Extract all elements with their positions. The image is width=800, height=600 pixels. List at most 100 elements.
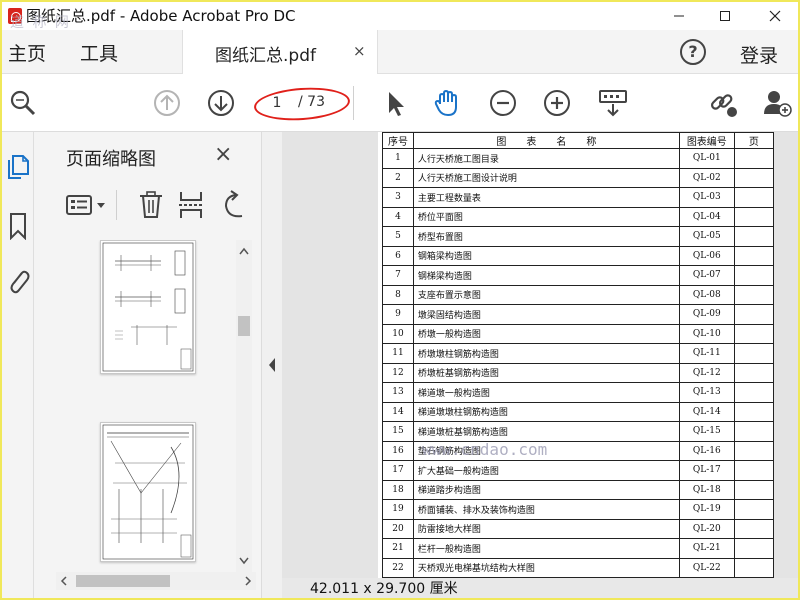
minimize-icon <box>674 15 684 17</box>
title-bar: 图纸汇总.pdf - Adobe Acrobat Pro DC 道 称 网 <box>2 2 798 31</box>
document-tab-label: 图纸汇总.pdf <box>215 46 316 66</box>
cell-no: 21 <box>382 538 414 559</box>
cell-code: QL-07 <box>678 265 735 286</box>
login-button[interactable]: 登录 <box>740 41 778 68</box>
cell-name: 桥墩一般构造图 <box>412 323 680 344</box>
cell-page <box>733 187 774 208</box>
cell-name: 梯道墩一般构造图 <box>412 382 680 403</box>
cell-no: 13 <box>382 382 414 403</box>
minimize-button[interactable] <box>656 2 702 30</box>
options-icon[interactable] <box>66 192 110 218</box>
watermark-top-left: 道 称 网 <box>10 15 71 31</box>
table-row: 14 梯道墩墩柱钢筋构造图 QL-14 <box>382 401 774 422</box>
cell-page <box>733 460 774 481</box>
page-thumbnail[interactable] <box>100 422 196 562</box>
highlight-annotation-oval <box>253 84 351 124</box>
table-row: 8 支座布置示意图 QL-08 <box>382 284 774 305</box>
cell-code: QL-09 <box>678 304 735 325</box>
cell-code: QL-08 <box>678 284 735 305</box>
cell-no: 2 <box>382 167 414 188</box>
page-thumbnail[interactable] <box>100 240 196 374</box>
page-size-readout: 42.011 x 29.700 厘米 <box>310 581 458 597</box>
hand-tool-icon[interactable] <box>432 88 462 118</box>
zoom-in-icon[interactable] <box>542 88 572 118</box>
cell-no: 1 <box>382 148 414 169</box>
cell-name: 扩大基础一般构造图 <box>412 460 680 481</box>
zoom-search-icon[interactable] <box>8 88 38 118</box>
cell-page <box>733 284 774 305</box>
cell-page <box>733 440 774 461</box>
add-user-icon[interactable] <box>762 88 792 118</box>
cell-code: QL-04 <box>678 206 735 227</box>
cell-name: 梯道踏步构造图 <box>412 479 680 500</box>
cell-page <box>733 382 774 403</box>
table-row: 6 钢箱梁构造图 QL-06 <box>382 245 774 266</box>
help-icon[interactable]: ? <box>680 39 706 65</box>
cell-page <box>733 265 774 286</box>
cell-page <box>733 343 774 364</box>
cell-page <box>733 362 774 383</box>
document-tab[interactable]: 图纸汇总.pdf × <box>182 30 378 74</box>
close-icon <box>769 10 781 22</box>
cell-name: 桥型布置图 <box>412 226 680 247</box>
close-window-button[interactable] <box>752 2 798 30</box>
cell-no: 4 <box>382 206 414 227</box>
cell-name: 栏杆一般构造图 <box>412 538 680 559</box>
cell-no: 18 <box>382 479 414 500</box>
panel-close-button[interactable]: × <box>214 142 232 167</box>
page-down-icon[interactable] <box>206 88 236 118</box>
cell-page <box>733 479 774 500</box>
acrobat-window: 图纸汇总.pdf - Adobe Acrobat Pro DC 道 称 网 主页… <box>2 2 798 598</box>
cell-no: 10 <box>382 323 414 344</box>
zoom-out-icon[interactable] <box>488 88 518 118</box>
table-row: 20 防雷接地大样图 QL-20 <box>382 518 774 539</box>
cell-no: 22 <box>382 557 414 578</box>
table-row: 22 天桥观光电梯基坑结构大样图 QL-22 <box>382 557 774 578</box>
table-row: 12 桥墩桩基钢筋构造图 QL-12 <box>382 362 774 383</box>
cell-name: 墩梁固结构造图 <box>412 304 680 325</box>
panel-toolbar <box>60 186 250 226</box>
cell-code: QL-10 <box>678 323 735 344</box>
cell-name: 主要工程数量表 <box>412 187 680 208</box>
thumbnail-scrollbar[interactable] <box>236 240 252 574</box>
extract-icon[interactable] <box>178 190 204 220</box>
cell-no: 19 <box>382 499 414 520</box>
page-thumbnails-icon[interactable] <box>5 154 31 182</box>
cell-page <box>733 421 774 442</box>
watermark-bottom-right: www.cndao.com <box>422 440 548 459</box>
cell-name: 钢箱梁构造图 <box>412 245 680 266</box>
document-tab-close-button[interactable]: × <box>353 42 366 60</box>
cell-page <box>733 518 774 539</box>
page-up-icon[interactable] <box>152 88 182 118</box>
rotate-icon[interactable] <box>220 190 248 220</box>
table-row: 10 桥墩一般构造图 QL-10 <box>382 323 774 344</box>
cell-code: QL-13 <box>678 382 735 403</box>
status-bar: 42.011 x 29.700 厘米 <box>282 578 798 598</box>
menu-tools[interactable]: 工具 <box>80 39 118 66</box>
cell-name: 桥墩墩柱钢筋构造图 <box>412 343 680 364</box>
panel-title: 页面缩略图 <box>66 149 156 170</box>
header-page: 页 <box>733 132 774 149</box>
share-link-icon[interactable] <box>708 88 738 118</box>
cell-code: QL-20 <box>678 518 735 539</box>
panel-splitter[interactable] <box>262 132 282 598</box>
menu-home[interactable]: 主页 <box>8 39 46 66</box>
thumbnail-hscrollbar[interactable] <box>56 572 256 590</box>
delete-icon[interactable] <box>138 190 164 220</box>
header-code: 图表编号 <box>678 132 735 149</box>
cell-no: 8 <box>382 284 414 305</box>
cell-page <box>733 499 774 520</box>
navigation-rail <box>2 132 34 598</box>
table-row: 21 栏杆一般构造图 QL-21 <box>382 538 774 559</box>
cell-code: QL-21 <box>678 538 735 559</box>
keyboard-scroll-icon[interactable] <box>598 88 628 118</box>
maximize-button[interactable] <box>702 2 748 30</box>
bookmark-icon[interactable] <box>7 212 29 240</box>
cell-name: 桥墩桩基钢筋构造图 <box>412 362 680 383</box>
table-row: 11 桥墩墩柱钢筋构造图 QL-11 <box>382 343 774 364</box>
attachment-icon[interactable] <box>6 266 30 296</box>
select-cursor-icon[interactable] <box>380 88 410 118</box>
maximize-icon <box>720 11 730 21</box>
cell-code: QL-01 <box>678 148 735 169</box>
cell-page <box>733 245 774 266</box>
